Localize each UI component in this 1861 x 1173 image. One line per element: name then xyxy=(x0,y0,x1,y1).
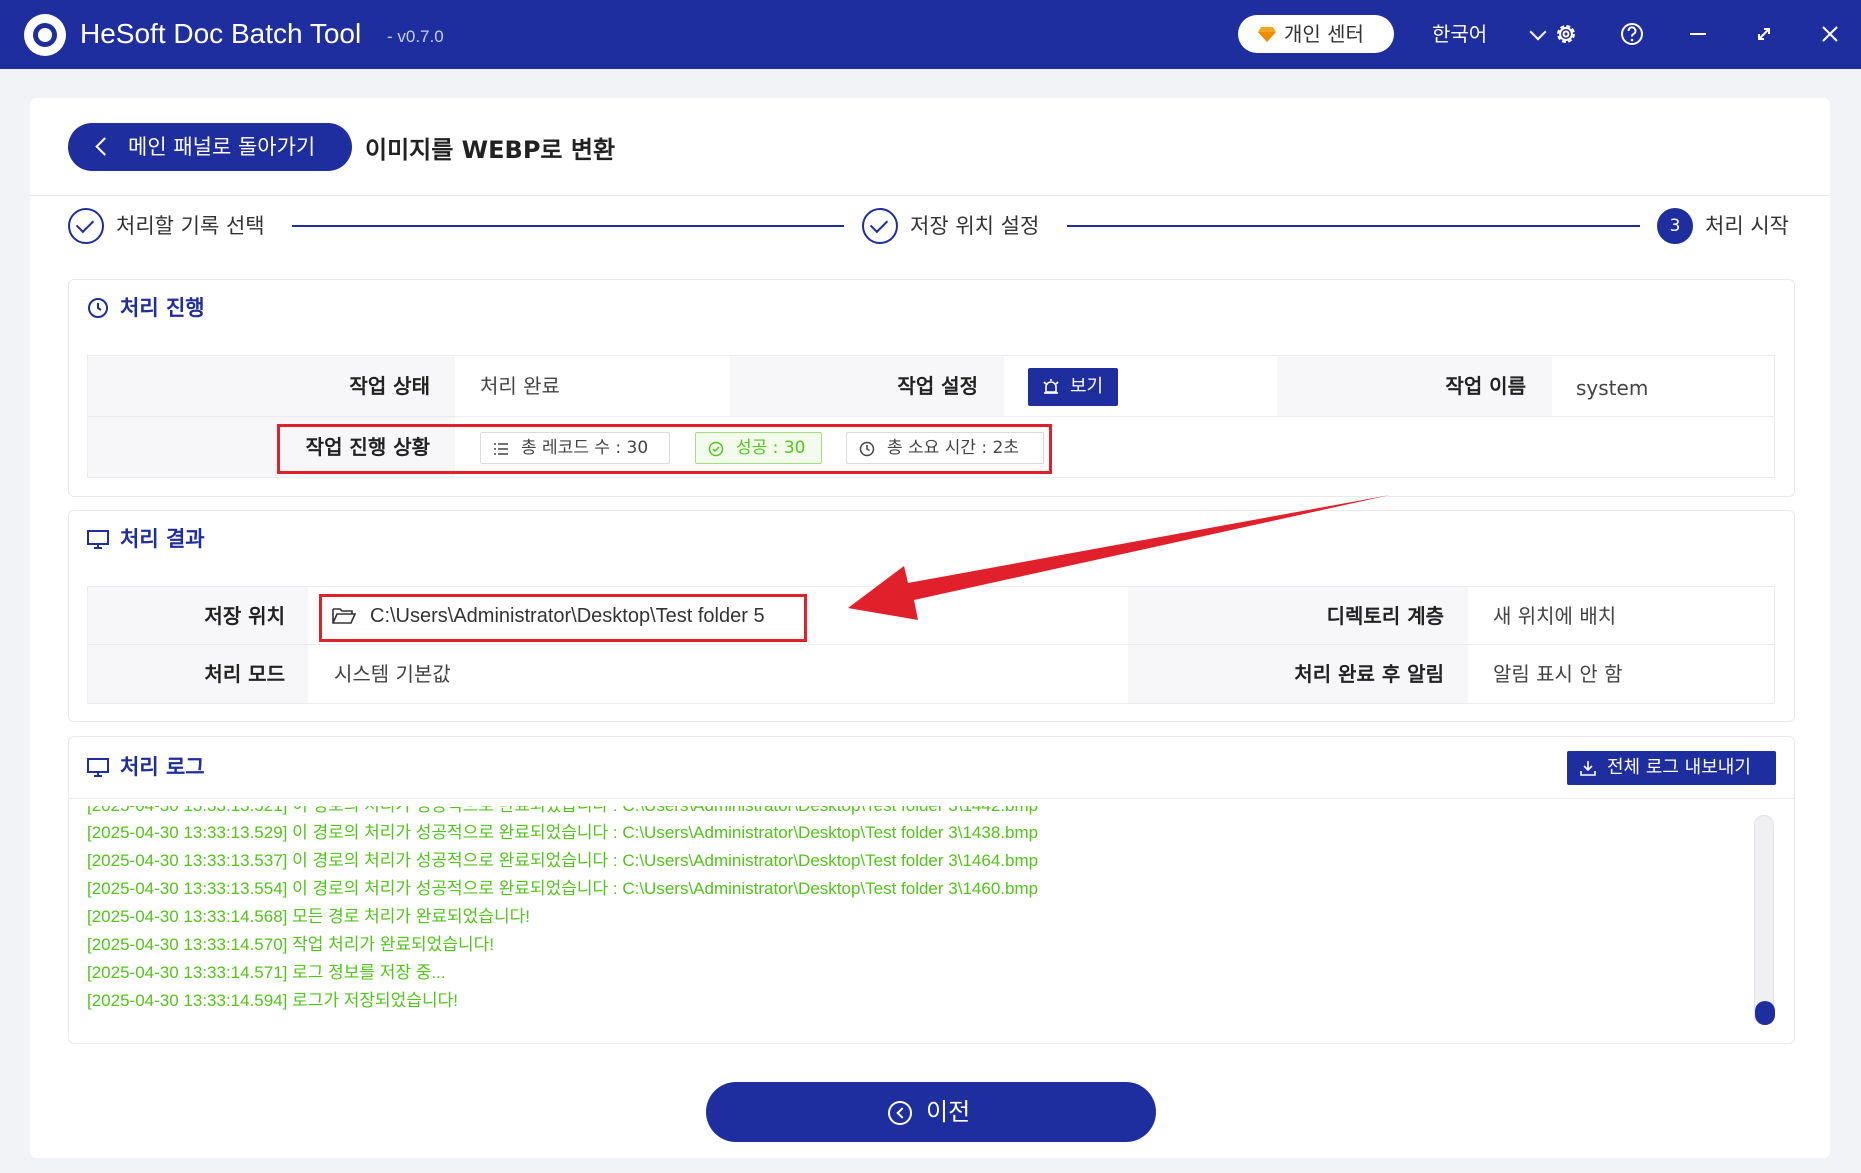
chevron-down-icon xyxy=(1529,23,1547,41)
step-1-label: 처리할 기록 선택 xyxy=(116,214,265,238)
previous-button-label: 이전 xyxy=(926,1098,971,1126)
export-button-label: 전체 로그 내보내기 xyxy=(1607,757,1751,778)
log-line: [2025-04-30 13:33:13.554] 이 경로의 처리가 성공적으… xyxy=(87,879,1039,898)
save-location-label: 저장 위치 xyxy=(204,604,285,628)
directory-hierarchy-value: 새 위치에 배치 xyxy=(1493,604,1617,628)
task-name-value: system xyxy=(1576,376,1649,400)
log-panel-title: 처리 로그 xyxy=(120,755,205,779)
gear-icon[interactable] xyxy=(1552,20,1580,48)
export-all-logs-button[interactable]: 전체 로그 내보내기 xyxy=(1567,751,1776,785)
alarm-icon xyxy=(1043,379,1059,394)
diamond-icon xyxy=(1258,27,1276,42)
page-title: 이미지를 WEBP로 변환 xyxy=(365,136,616,164)
language-label: 한국어 xyxy=(1432,22,1488,46)
clock-icon xyxy=(88,298,108,318)
back-button-label: 메인 패널로 돌아가기 xyxy=(128,135,316,159)
back-to-main-button[interactable]: 메인 패널로 돌아가기 xyxy=(68,123,352,171)
task-status-label: 작업 상태 xyxy=(349,374,430,398)
monitor-icon xyxy=(87,530,109,549)
highlight-box-path xyxy=(319,594,807,642)
step-3-label: 처리 시작 xyxy=(1705,214,1789,238)
step-2-label: 저장 위치 설정 xyxy=(910,214,1040,238)
app-version: - v0.7.0 xyxy=(387,27,444,46)
step-2-check-icon xyxy=(862,208,898,244)
task-settings-label: 작업 설정 xyxy=(897,374,978,398)
log-scrollbar-thumb[interactable] xyxy=(1755,1001,1775,1025)
step-connector-2 xyxy=(1067,225,1640,227)
log-line: [2025-04-30 13:33:14.570] 작업 처리가 완료되었습니다… xyxy=(87,935,494,954)
log-scrollbar[interactable] xyxy=(1754,815,1774,1025)
app-window: HeSoft Doc Batch Tool - v0.7.0 개인 센터 한국어 xyxy=(0,0,1861,1173)
processing-mode-value: 시스템 기본값 xyxy=(334,662,451,686)
log-line: [2025-04-30 13:33:13.529] 이 경로의 처리가 성공적으… xyxy=(87,823,1039,842)
view-settings-button[interactable]: 보기 xyxy=(1028,368,1118,406)
help-icon[interactable] xyxy=(1618,20,1646,48)
chevron-left-icon xyxy=(95,137,114,156)
back-circle-icon xyxy=(888,1101,912,1125)
close-icon[interactable] xyxy=(1816,20,1844,48)
log-line: [2025-04-30 13:33:13.537] 이 경로의 처리가 성공적으… xyxy=(87,851,1039,870)
header-divider xyxy=(30,195,1830,196)
previous-button[interactable]: 이전 xyxy=(706,1082,1156,1142)
highlight-box-progress xyxy=(277,424,1052,474)
app-title: HeSoft Doc Batch Tool xyxy=(80,18,362,49)
log-line: [2025-04-30 13:33:14.571] 로그 정보를 저장 중... xyxy=(87,963,446,982)
minimize-icon[interactable] xyxy=(1684,20,1712,48)
log-line: [2025-04-30 13:33:14.594] 로그가 저장되었습니다! xyxy=(87,991,458,1010)
task-status-value: 처리 완료 xyxy=(480,374,560,398)
download-icon xyxy=(1580,761,1596,776)
step-1-check-icon xyxy=(68,208,104,244)
title-bar: HeSoft Doc Batch Tool - v0.7.0 개인 센터 한국어 xyxy=(0,0,1861,69)
result-panel-title: 처리 결과 xyxy=(120,527,205,551)
language-selector[interactable]: 한국어 xyxy=(1432,20,1547,48)
app-logo-icon xyxy=(24,14,66,56)
log-output[interactable]: [2025-04-30 13:33:13.521] 이 경로의 처리가 성공적으… xyxy=(87,806,1727,1024)
completion-notify-label: 처리 완료 후 알림 xyxy=(1294,662,1444,686)
maximize-icon[interactable] xyxy=(1750,20,1778,48)
view-button-label: 보기 xyxy=(1070,376,1104,397)
personal-center-label: 개인 센터 xyxy=(1284,22,1364,46)
completion-notify-value: 알림 표시 안 함 xyxy=(1493,662,1623,686)
step-3-number: 3 xyxy=(1657,208,1693,244)
red-arrow-annotation xyxy=(848,495,1390,620)
task-name-label: 작업 이름 xyxy=(1445,374,1526,398)
personal-center-button[interactable]: 개인 센터 xyxy=(1238,15,1394,53)
log-line: [2025-04-30 13:33:14.568] 모든 경로 처리가 완료되었… xyxy=(87,907,530,926)
log-line: [2025-04-30 13:33:13.521] 이 경로의 처리가 성공적으… xyxy=(87,806,1038,820)
progress-panel-title: 처리 진행 xyxy=(120,296,205,320)
monitor-icon xyxy=(87,758,109,777)
step-connector-1 xyxy=(292,225,844,227)
processing-mode-label: 처리 모드 xyxy=(204,662,285,686)
